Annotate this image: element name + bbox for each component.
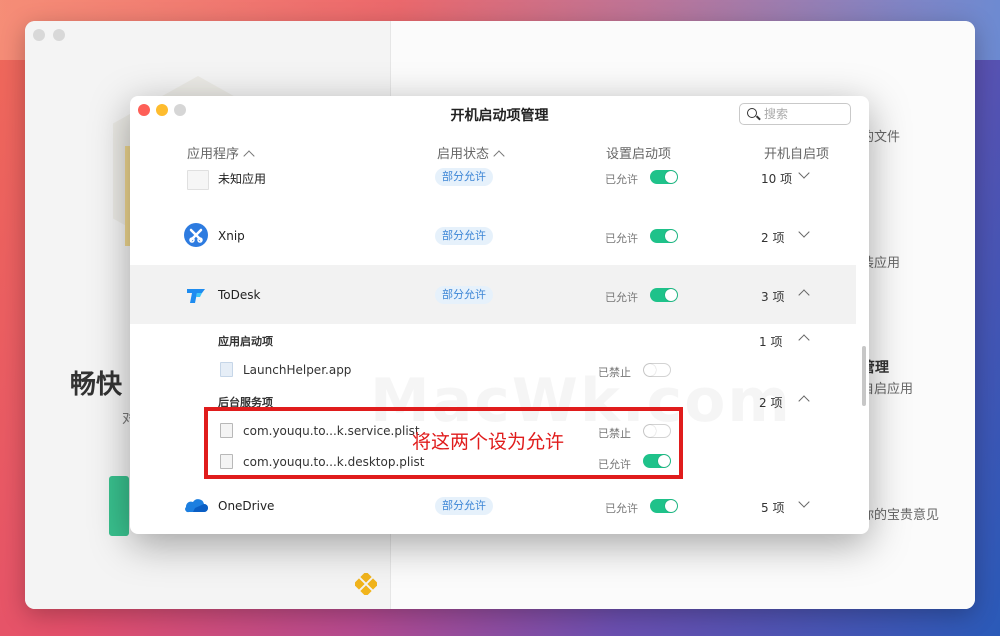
app-name: OneDrive bbox=[218, 499, 275, 513]
status-badge: 部分允许 bbox=[435, 227, 493, 245]
launch-items-section-label: 应用启动项 bbox=[218, 335, 273, 348]
launch-item-name: LaunchHelper.app bbox=[243, 363, 352, 377]
autostart-count: 3 项 bbox=[761, 290, 785, 304]
toggle-state-label: 已允许 bbox=[605, 173, 638, 186]
status-badge: 部分允许 bbox=[435, 286, 493, 304]
autostart-count: 2 项 bbox=[761, 231, 785, 245]
startup-toggle[interactable] bbox=[650, 170, 678, 184]
search-input[interactable] bbox=[764, 106, 846, 122]
app-name: Xnip bbox=[218, 229, 245, 243]
toggle-state-label: 已允许 bbox=[605, 502, 638, 515]
app-logo-icon bbox=[355, 573, 377, 595]
column-header-autostart: 开机自启项 bbox=[764, 147, 830, 162]
autostart-count: 10 项 bbox=[761, 172, 793, 186]
toggle-state-label: 已允许 bbox=[605, 232, 638, 245]
startup-toggle[interactable] bbox=[650, 288, 678, 302]
background-services-count: 2 项 bbox=[759, 396, 783, 410]
startup-manager-window: 开机启动项管理 应用程序 启用状态 设置启动项 开机自启项 MacWk.com … bbox=[130, 96, 869, 534]
app-file-icon bbox=[220, 362, 233, 377]
chevron-down-icon[interactable] bbox=[798, 496, 810, 508]
chevron-up-icon[interactable] bbox=[798, 334, 810, 346]
start-button[interactable] bbox=[109, 476, 129, 536]
sort-asc-icon bbox=[243, 150, 255, 162]
status-badge: 部分允许 bbox=[435, 497, 493, 515]
chevron-up-icon[interactable] bbox=[798, 395, 810, 407]
app-name: 未知应用 bbox=[218, 172, 267, 186]
toggle-state-label: 已禁止 bbox=[598, 366, 631, 379]
search-box[interactable] bbox=[739, 103, 851, 125]
background-window-close-icon[interactable] bbox=[33, 29, 45, 41]
status-badge: 部分允许 bbox=[435, 168, 493, 186]
vertical-scrollbar[interactable] bbox=[862, 346, 866, 406]
search-icon bbox=[747, 108, 757, 118]
column-header-app[interactable]: 应用程序 bbox=[187, 143, 255, 162]
background-window-minimize-icon[interactable] bbox=[53, 29, 65, 41]
title-bar: 开机启动项管理 bbox=[130, 96, 869, 130]
blank-app-icon bbox=[187, 170, 209, 190]
column-header-status-label: 启用状态 bbox=[437, 147, 490, 162]
column-header-status[interactable]: 启用状态 bbox=[437, 143, 505, 162]
onedrive-cloud-icon bbox=[185, 499, 208, 513]
launch-item-toggle[interactable] bbox=[643, 363, 671, 377]
startup-toggle[interactable] bbox=[650, 499, 678, 513]
column-header-setting: 设置启动项 bbox=[606, 147, 672, 162]
column-header-app-label: 应用程序 bbox=[187, 147, 240, 162]
feedback-link[interactable]: 你的宝贵意见 bbox=[861, 504, 939, 523]
launch-items-count: 1 项 bbox=[759, 335, 783, 349]
annotation-text: 将这两个设为允许 bbox=[412, 431, 565, 453]
chevron-down-icon[interactable] bbox=[798, 167, 810, 179]
toggle-state-label: 已允许 bbox=[605, 291, 638, 304]
sort-asc-icon bbox=[493, 150, 505, 162]
todesk-app-icon bbox=[187, 289, 205, 303]
xnip-app-icon bbox=[184, 223, 208, 247]
chevron-down-icon[interactable] bbox=[798, 226, 810, 238]
autostart-count: 5 项 bbox=[761, 501, 785, 515]
hero-title: 畅快 bbox=[70, 370, 123, 400]
startup-toggle[interactable] bbox=[650, 229, 678, 243]
app-name: ToDesk bbox=[218, 288, 261, 302]
